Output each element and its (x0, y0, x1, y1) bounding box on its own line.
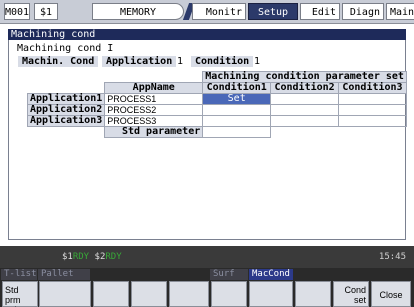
condition-cell[interactable]: Set (202, 93, 272, 105)
condition-cell[interactable] (270, 115, 340, 127)
condition3-header: Condition3 (338, 82, 407, 94)
menu-tab-pallet[interactable]: Pallet (38, 269, 90, 280)
softkey-empty[interactable] (295, 281, 331, 307)
memory-indicator: MEMORY (92, 3, 184, 20)
tab-monitor[interactable]: Monitr (192, 3, 246, 20)
tab-setup[interactable]: Setup (248, 3, 298, 20)
condition-label: Condition (191, 56, 254, 67)
condition-cell[interactable] (338, 115, 407, 127)
window-title: Machining cond (8, 29, 406, 40)
condition-cell[interactable] (202, 115, 272, 127)
status-strip: $1RDY $2RDY 15:45 (0, 246, 414, 268)
table-row: Application1 PROCESS1 Set (26, 93, 407, 105)
channel2-label: $2 (94, 252, 106, 262)
tab-diagn[interactable]: Diagn (342, 3, 384, 20)
softkey-empty[interactable] (131, 281, 167, 307)
table-corner (28, 83, 105, 94)
softkey-empty[interactable] (169, 281, 209, 307)
row-label: Application2 (26, 104, 106, 116)
table-filler (339, 127, 407, 138)
machining-condition-table: Machining condition parameter set AppNam… (26, 71, 407, 138)
menu-tab-surf[interactable]: Surf (210, 269, 248, 280)
app-name-cell[interactable]: PROCESS1 (104, 93, 204, 105)
cond-set-button[interactable]: Cond set (333, 281, 369, 307)
table-corner (28, 127, 105, 138)
machining-cond-panel (8, 40, 406, 240)
table-row: Application3 PROCESS3 (26, 115, 407, 127)
close-button[interactable]: Close (371, 281, 411, 307)
menu-tab-tlist[interactable]: T-list (1, 269, 37, 280)
top-tab-bar: M001 $1 MEMORY Monitr Setup Edit Diagn M… (0, 0, 414, 24)
page-heading: Machining cond I (17, 43, 114, 54)
table-row: Application2 PROCESS2 (26, 104, 407, 116)
row-label: Application1 (26, 93, 106, 105)
row-label: Application3 (26, 115, 106, 127)
condition-cell[interactable] (270, 93, 340, 105)
table-corner (28, 72, 203, 83)
app-name-cell[interactable]: PROCESS2 (104, 104, 204, 116)
condition-value[interactable]: 1 (254, 56, 260, 67)
softkey-empty[interactable] (39, 281, 91, 307)
table-filler (271, 127, 339, 138)
condition-cell[interactable] (338, 104, 407, 116)
softkey-empty[interactable] (211, 281, 247, 307)
application-label: Application (102, 56, 177, 67)
condition-cell[interactable] (270, 104, 340, 116)
clock: 15:45 (378, 252, 406, 262)
condition-cell[interactable] (202, 104, 272, 116)
mode-indicator: M001 (4, 3, 30, 20)
condition-cell[interactable] (338, 93, 407, 105)
channel-status: $1RDY $2RDY (62, 252, 122, 262)
machin-cond-label: Machin. Cond (18, 56, 99, 67)
menu-tab-maccond[interactable]: MacCond (249, 269, 293, 280)
condition2-header: Condition2 (270, 82, 340, 94)
std-prm-select-button[interactable]: Std prm select (2, 281, 38, 307)
parameter-set-header: Machining condition parameter set (202, 71, 407, 83)
channel1-ready: RDY (72, 252, 90, 262)
menu-tab-row: T-list Pallet Surf MacCond (0, 268, 414, 280)
std-parameter-cell[interactable] (202, 126, 272, 138)
channel1-label: $1 (62, 252, 73, 262)
app-name-cell[interactable]: PROCESS3 (104, 115, 204, 127)
softkey-bar: Std prm select Cond set Close (0, 280, 414, 307)
appname-header: AppName (104, 82, 204, 94)
channel2-ready: RDY (105, 252, 122, 262)
application-value[interactable]: 1 (177, 56, 183, 67)
condition1-header: Condition1 (202, 82, 272, 94)
tab-edit[interactable]: Edit (300, 3, 340, 20)
softkey-empty[interactable] (93, 281, 129, 307)
std-parameter-label: Std parameter (104, 126, 204, 138)
system-indicator[interactable]: $1 (34, 3, 58, 20)
softkey-empty[interactable] (249, 281, 293, 307)
tab-mainte[interactable]: Mainte (386, 3, 414, 20)
